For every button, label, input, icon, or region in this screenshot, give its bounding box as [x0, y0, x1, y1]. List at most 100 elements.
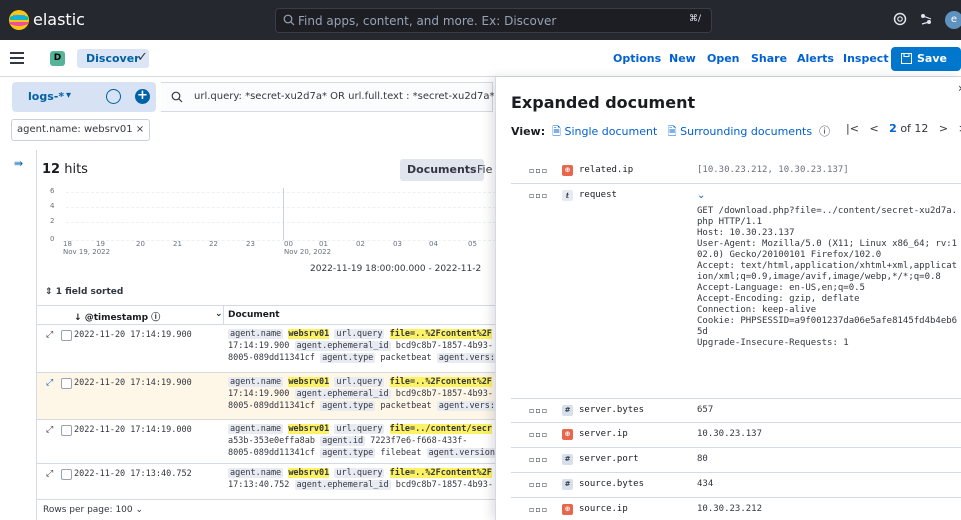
table-header: ↓ @timestamp ⓘ ⌄ Document — [37, 305, 495, 326]
sidebar-toggle[interactable]: ⇛ — [0, 150, 36, 520]
row-timestamp: 2022-11-20 17:14:19.000 — [74, 425, 192, 435]
user-avatar[interactable]: e — [945, 11, 961, 29]
field-actions-icon[interactable]: ▫▫▫ — [529, 480, 548, 489]
field-value: GET /download.php?file=../content/secret… — [697, 206, 958, 348]
prev-page-icon[interactable]: < — [869, 122, 878, 135]
expand-row-icon[interactable]: ⤢ — [46, 378, 53, 388]
save-icon — [901, 53, 912, 64]
search-icon — [171, 91, 183, 103]
save-button[interactable]: Save — [891, 47, 961, 71]
field-row[interactable]: ▫▫▫ # source.bytes 434 — [511, 473, 961, 498]
row-checkbox[interactable] — [61, 469, 72, 480]
share-icon[interactable] — [919, 12, 933, 26]
row-checkbox[interactable] — [61, 378, 72, 389]
document-pager[interactable]: |< < 2 of 12 > >| — [846, 122, 961, 135]
column-document[interactable]: Document — [228, 310, 280, 320]
fields-tab[interactable]: Fie — [477, 163, 492, 176]
y-tick-label: 2 — [50, 217, 55, 225]
query-input[interactable]: url.query: *secret-xu2d7a* OR url.full.t… — [161, 82, 494, 112]
add-filter-icon[interactable]: + — [135, 89, 150, 104]
shortcut-hint: ⌘/ — [688, 14, 701, 24]
rows-per-page[interactable]: Rows per page: 100 ⌄ — [43, 505, 143, 515]
field-row[interactable]: ▫▫▫ ⊕ related.ip [10.30.23.212, 10.30.23.13… — [511, 159, 961, 184]
x-tick-label: 20 — [136, 240, 145, 248]
table-row[interactable]: ⤢ 2022-11-20 17:14:19.900 agent.name websr… — [37, 325, 495, 373]
field-value: 657 — [697, 405, 714, 415]
field-actions-icon[interactable]: ▫▫▫ — [529, 455, 548, 464]
x-tick-label: 03 — [393, 240, 402, 248]
surrounding-documents-link[interactable]: 🗎 Surrounding documents — [661, 125, 812, 138]
table-row[interactable]: ⤢ 2022-11-20 17:14:19.000 agent.name websr… — [37, 420, 495, 464]
field-row[interactable]: ▫▫▫ ⊕ server.ip 10.30.23.137 — [511, 423, 961, 448]
number-type-icon: # — [562, 479, 573, 490]
row-document: agent.name websrv01 url.query file=..%2F… — [228, 468, 494, 490]
field-row[interactable]: ▫▫▫ # server.port 80 — [511, 448, 961, 473]
app-header: D Discover ✓ Options New Open Share Aler… — [0, 40, 961, 77]
field-value: 10.30.23.212 — [697, 504, 763, 514]
menu-icon[interactable] — [10, 52, 24, 64]
gridline — [66, 207, 496, 208]
column-timestamp[interactable]: ↓ @timestamp ⓘ — [74, 310, 160, 323]
field-row[interactable]: ▫▫▫ ⊕ source.ip 10.30.23.212 — [511, 498, 961, 520]
expand-row-icon[interactable]: ⤢ — [46, 330, 53, 340]
chevron-down-icon[interactable]: ⌄ — [215, 309, 223, 319]
open-link[interactable]: Open — [707, 52, 740, 65]
ip-type-icon: ⊕ — [562, 429, 573, 440]
x-tick-label: 22 — [209, 240, 218, 248]
filter-pill[interactable]: agent.name: websrv01 × — [11, 119, 151, 141]
dataview-picker[interactable]: logs-* ▾ + — [12, 82, 156, 112]
row-checkbox[interactable] — [61, 425, 72, 436]
y-tick-label: 6 — [50, 187, 55, 195]
info-icon[interactable]: ⓘ — [816, 125, 830, 138]
field-value: 10.30.23.137 — [697, 429, 763, 439]
elastic-logo-icon[interactable] — [8, 9, 30, 31]
sort-indicator[interactable]: ⇕ 1 field sorted — [37, 287, 495, 305]
row-document: agent.name websrv01 url.query file=../co… — [228, 423, 495, 459]
field-name: related.ip — [579, 165, 634, 175]
row-checkbox[interactable] — [61, 330, 72, 341]
gridline — [66, 222, 496, 223]
row-timestamp: 2022-11-20 17:14:19.900 — [74, 378, 192, 388]
alerts-link[interactable]: Alerts — [797, 52, 834, 65]
table-row[interactable]: ⤢ 2022-11-20 17:14:19.900 agent.name websr… — [37, 373, 495, 420]
first-page-icon[interactable]: |< — [846, 122, 859, 135]
documents-tab[interactable]: Documents — [400, 159, 484, 181]
options-link[interactable]: Options — [613, 52, 661, 65]
field-actions-icon[interactable]: ▫▫▫ — [529, 166, 548, 175]
next-page-icon[interactable]: > — [939, 122, 948, 135]
single-document-link[interactable]: 🗎 Single document — [549, 125, 657, 138]
global-header: elastic Find apps, content, and more. Ex… — [0, 0, 961, 40]
inspect-link[interactable]: Inspect — [843, 52, 889, 65]
help-icon[interactable] — [893, 12, 907, 26]
row-document: agent.name websrv01 url.query file=..%2F… — [228, 376, 495, 412]
field-actions-icon[interactable]: ▫▫▫ — [529, 430, 548, 439]
field-row[interactable]: ▫▫▫ # server.bytes 657 — [511, 399, 961, 423]
chevron-down-icon[interactable]: ⌄ — [697, 190, 705, 201]
field-row[interactable]: ▫▫▫ t request ⌄ GET /download.php?file=../co… — [511, 184, 961, 399]
expand-sidebar-icon: ⇛ — [14, 157, 24, 170]
number-type-icon: # — [562, 454, 573, 465]
expanded-document-flyout: Expanded document › View: 🗎 Single docum… — [495, 77, 961, 520]
x-tick-label: 19 — [96, 240, 105, 248]
space-avatar[interactable]: D — [50, 51, 65, 66]
global-search-input[interactable]: Find apps, content, and more. Ex: Discov… — [275, 8, 712, 33]
histogram[interactable]: 6 4 2 0 18 Nov 19, 2022 19 20 21 22 23 00 Nov 20, 20… — [36, 183, 496, 263]
filter-menu-icon[interactable] — [106, 89, 121, 104]
field-actions-icon[interactable]: ▫▫▫ — [529, 406, 548, 415]
gridline — [66, 192, 496, 193]
chevron-down-icon[interactable]: ✓ — [137, 50, 148, 65]
table-row[interactable]: ⤢ 2022-11-20 17:13:40.752 agent.name websr… — [37, 464, 495, 500]
query-text: url.query: *secret-xu2d7a* OR url.full.t… — [194, 91, 494, 102]
field-actions-icon[interactable]: ▫▫▫ — [529, 505, 548, 514]
field-name: request — [579, 190, 617, 200]
share-link[interactable]: Share — [751, 52, 787, 65]
new-link[interactable]: New — [669, 52, 696, 65]
expand-row-icon[interactable]: ⤢ — [46, 425, 53, 435]
field-actions-icon[interactable]: ▫▫▫ — [529, 191, 548, 200]
brand-name[interactable]: elastic — [33, 10, 85, 29]
expand-row-icon[interactable]: ⤢ — [46, 469, 53, 479]
text-type-icon: t — [562, 190, 573, 201]
field-value: 434 — [697, 479, 714, 489]
column-divider — [223, 306, 224, 326]
search-placeholder: Find apps, content, and more. Ex: Discov… — [298, 14, 557, 28]
